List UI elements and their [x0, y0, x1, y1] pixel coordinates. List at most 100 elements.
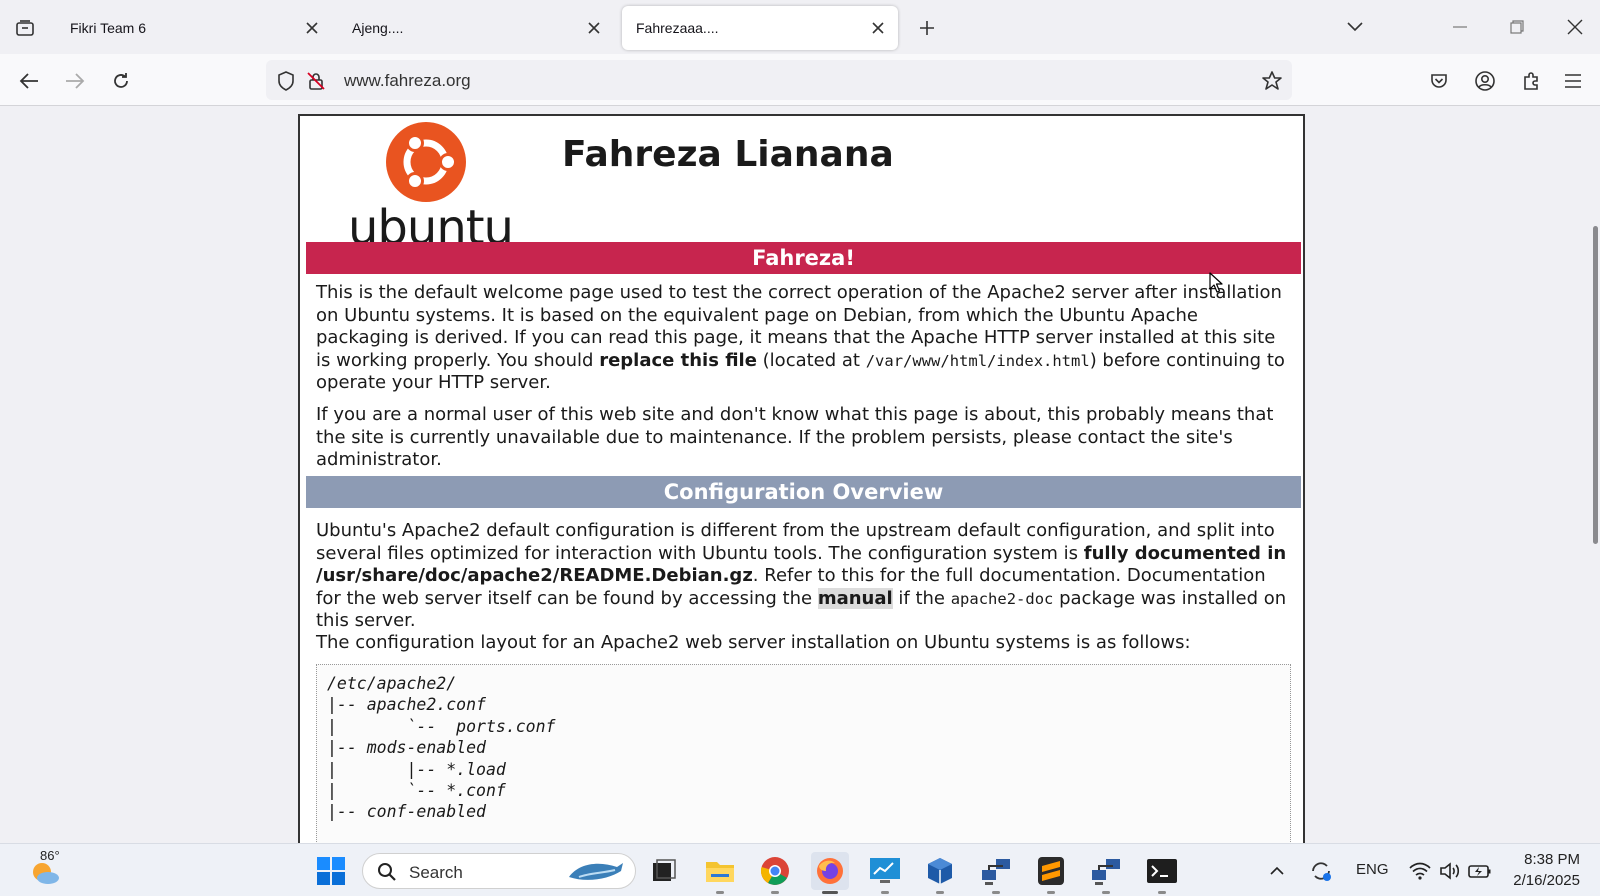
shield-icon	[278, 71, 294, 91]
network-computers-icon	[982, 859, 1010, 885]
config-paragraph: Ubuntu's Apache2 default configuration i…	[316, 520, 1291, 633]
taskbar-network-app-1[interactable]	[977, 852, 1015, 894]
extensions-button[interactable]	[1516, 66, 1546, 96]
close-window-button[interactable]	[1558, 12, 1592, 42]
running-indicator	[771, 891, 779, 894]
tab-close-button[interactable]	[868, 18, 888, 38]
close-icon	[588, 22, 600, 34]
arrow-right-icon	[66, 73, 85, 89]
tracking-protection-icon[interactable]	[274, 69, 298, 93]
restore-icon	[1510, 20, 1524, 34]
account-button[interactable]	[1470, 66, 1500, 96]
apache-welcome-page: ubuntu Fahreza Lianana Fahreza! This is …	[298, 114, 1305, 843]
battery-status[interactable]	[1466, 852, 1494, 890]
tab-title: Fikri Team 6	[70, 20, 146, 36]
list-all-tabs-button[interactable]	[1338, 12, 1372, 42]
search-icon	[378, 863, 396, 881]
virtualbox-cube-icon	[928, 858, 952, 884]
app-menu-button[interactable]	[1558, 66, 1588, 96]
monitor-chart-icon	[870, 858, 900, 883]
active-indicator	[822, 891, 838, 894]
reload-button[interactable]	[106, 66, 136, 96]
taskbar-sublime-text[interactable]	[1032, 852, 1070, 894]
tab-fahreza[interactable]: Fahrezaaa....	[622, 6, 898, 50]
navigation-bar: www.fahreza.org	[0, 54, 1600, 106]
network-computers-icon	[1092, 859, 1120, 885]
taskbar-network-app-2[interactable]	[1087, 852, 1125, 894]
running-indicator	[936, 891, 944, 894]
intro-bold-text: replace this file	[599, 349, 757, 371]
bookmark-star-button[interactable]	[1260, 69, 1284, 93]
minimize-icon	[1453, 26, 1467, 28]
wifi-status[interactable]	[1406, 852, 1434, 890]
taskbar-firefox[interactable]	[811, 852, 849, 894]
tab-strip: Fikri Team 6 Ajeng.... Fahrezaaa....	[0, 0, 1600, 54]
tab-fikri[interactable]: Fikri Team 6	[56, 6, 332, 50]
page-title: Fahreza Lianana	[562, 134, 894, 175]
file-path-code: /var/www/html/index.html	[865, 351, 1090, 370]
maintenance-paragraph: If you are a normal user of this web sit…	[316, 404, 1274, 471]
dolphin-search-highlight-icon	[569, 863, 623, 880]
web-content: ubuntu Fahreza Lianana Fahreza! This is …	[0, 106, 1600, 843]
taskbar-chrome[interactable]	[756, 852, 794, 894]
task-view-icon	[653, 859, 676, 881]
package-name-code: apache2-doc	[950, 589, 1054, 608]
tab-ajeng[interactable]: Ajeng....	[338, 6, 614, 50]
minimize-button[interactable]	[1443, 12, 1477, 42]
tab-close-button[interactable]	[584, 18, 604, 38]
restore-button[interactable]	[1500, 12, 1534, 42]
weather-widget[interactable]: 86°	[20, 848, 70, 890]
account-icon	[1475, 71, 1495, 91]
banner-heading: Fahreza!	[306, 242, 1301, 274]
mouse-cursor-icon	[1209, 272, 1223, 293]
ubuntu-logo: ubuntu	[348, 122, 514, 256]
clock-date[interactable]: 2/16/2025	[1508, 872, 1580, 889]
running-indicator	[881, 891, 889, 894]
input-language-indicator[interactable]: ENG	[1356, 861, 1389, 878]
taskbar-file-explorer[interactable]	[701, 852, 739, 894]
running-indicator	[1158, 891, 1166, 894]
code-line: | |-- *.load	[327, 759, 506, 779]
folder-icon	[706, 862, 734, 882]
intro-paragraph: This is the default welcome page used to…	[316, 282, 1291, 395]
url-bar[interactable]: www.fahreza.org	[266, 60, 1292, 100]
chevron-down-icon	[1347, 22, 1363, 32]
page-scrollbar[interactable]	[1593, 226, 1598, 544]
firefox-icon	[817, 858, 843, 884]
code-line: |-- mods-enabled	[327, 738, 486, 758]
code-line: | `-- *.conf	[327, 781, 506, 801]
url-text: www.fahreza.org	[344, 71, 471, 90]
sync-icon	[1312, 862, 1331, 881]
taskbar-virtualbox[interactable]	[921, 852, 959, 894]
tab-close-button[interactable]	[302, 18, 322, 38]
pocket-button[interactable]	[1424, 66, 1454, 96]
sync-status-button[interactable]	[1306, 852, 1336, 890]
code-line: /etc/apache2/	[327, 674, 457, 693]
volume-status[interactable]	[1436, 852, 1464, 890]
reload-icon	[114, 73, 128, 88]
tab-title: Fahrezaaa....	[636, 20, 719, 36]
manual-link[interactable]: manual	[817, 587, 893, 609]
show-hidden-icons-button[interactable]	[1264, 852, 1290, 890]
windows-logo-icon	[317, 857, 345, 885]
code-line: |-- apache2.conf	[327, 695, 486, 715]
lock-insecure-icon	[307, 72, 325, 90]
back-button[interactable]	[14, 66, 44, 96]
code-line: |-- conf-enabled	[327, 802, 486, 822]
firefox-view-button[interactable]	[10, 14, 40, 42]
forward-button[interactable]	[60, 66, 90, 96]
weather-temperature: 86°	[40, 848, 60, 863]
running-indicator	[1047, 891, 1055, 894]
puzzle-icon	[1524, 72, 1538, 90]
new-tab-button[interactable]	[913, 14, 941, 42]
close-icon	[1567, 19, 1583, 35]
taskbar-task-view[interactable]	[645, 852, 683, 890]
insecure-connection-icon[interactable]	[304, 69, 328, 93]
taskbar-search[interactable]: Search	[362, 853, 636, 889]
start-button[interactable]	[312, 852, 350, 890]
clock-time[interactable]: 8:38 PM	[1524, 851, 1580, 868]
taskbar-terminal[interactable]	[1143, 852, 1181, 894]
config-layout-code-block: /etc/apache2/ |-- apache2.conf | `-- por…	[316, 664, 1291, 843]
taskbar-system-monitor[interactable]	[866, 852, 904, 894]
close-icon	[306, 22, 318, 34]
